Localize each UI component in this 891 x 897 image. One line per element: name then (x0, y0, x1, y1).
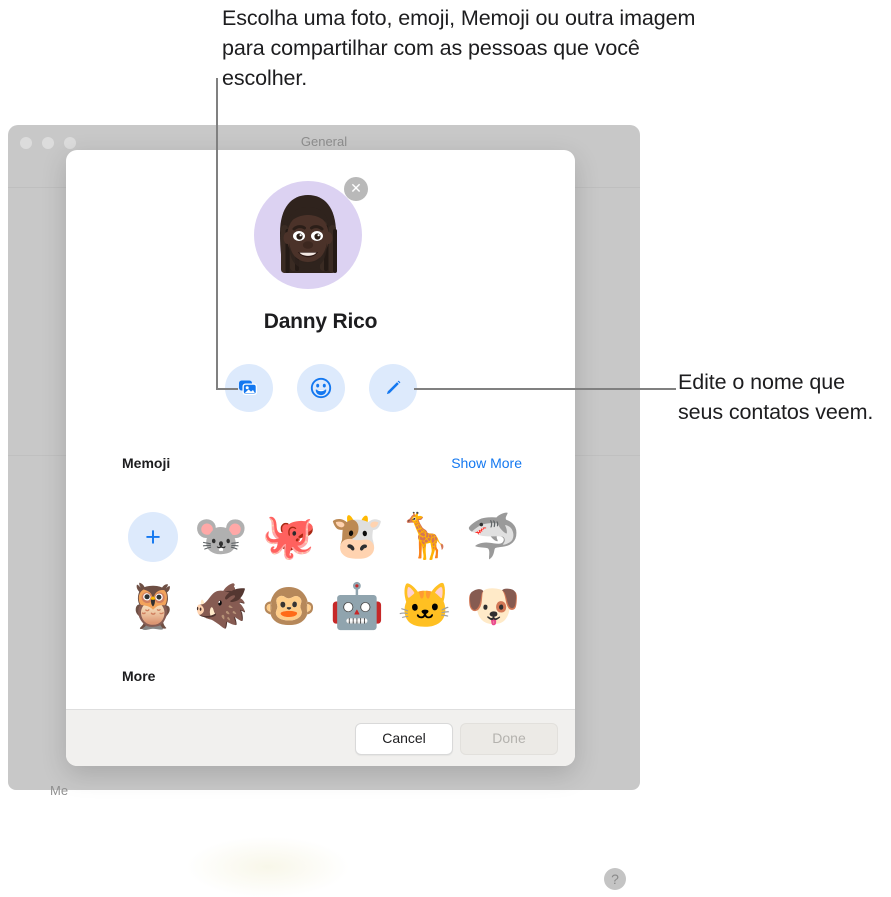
avatar[interactable] (254, 181, 362, 289)
close-icon[interactable]: ✕ (344, 177, 368, 201)
photos-icon (238, 380, 257, 395)
memoji-avatar-icon (280, 195, 337, 273)
more-section-title: More (122, 668, 156, 684)
memoji-dog[interactable]: 🐶 (459, 572, 527, 642)
dialog-footer: Cancel Done (66, 709, 575, 766)
done-button: Done (460, 723, 558, 755)
profile-name: Danny Rico (263, 310, 378, 333)
show-more-link[interactable]: Show More (451, 455, 522, 471)
memoji-section-title: Memoji (122, 455, 171, 471)
memoji-giraffe[interactable]: 🦒 (391, 502, 459, 572)
memoji-octopus[interactable]: 🐙 (255, 502, 323, 572)
memoji-robot[interactable]: 🤖 (323, 572, 391, 642)
callout-top-text: Escolha uma foto, emoji, Memoji ou outra… (222, 6, 696, 90)
cancel-button[interactable]: Cancel (355, 723, 453, 755)
profile-picture-dialog: ✕ Danny Rico Memoji Show More + 🐭 🐙 🐮 🦒 … (66, 150, 575, 766)
emoji-button[interactable] (296, 364, 345, 412)
background-window-title: General (300, 134, 348, 149)
memoji-cat[interactable]: 🐱 (391, 572, 459, 642)
memoji-mouse[interactable]: 🐭 (187, 502, 255, 572)
callout-leader-line-left-vertical (216, 78, 218, 390)
edit-button[interactable] (368, 364, 417, 412)
memoji-shark[interactable]: 🦈 (459, 502, 527, 572)
background-me-label: Me (50, 783, 69, 798)
callout-right-text: Edite o nome que seus contatos veem. (678, 370, 874, 424)
memoji-monkey[interactable]: 🐵 (255, 572, 323, 642)
pencil-icon (386, 380, 400, 395)
background-glow (188, 837, 348, 897)
smiley-icon (310, 377, 331, 399)
memoji-grid: + 🐭 🐙 🐮 🦒 🦈 🦉 🐗 🐵 🤖 🐱 🐶 (119, 502, 529, 642)
callout-leader-line-left-horizontal (216, 388, 238, 390)
memoji-cow[interactable]: 🐮 (323, 502, 391, 572)
callout-leader-line-right (414, 388, 676, 390)
memoji-boar[interactable]: 🐗 (187, 572, 255, 642)
memoji-section-header: Memoji Show More (122, 455, 522, 471)
memoji-add-button[interactable]: + (119, 502, 187, 572)
memoji-owl[interactable]: 🦉 (119, 572, 187, 642)
help-button[interactable]: ? (604, 868, 626, 890)
avatar-container[interactable]: ✕ (254, 177, 368, 289)
